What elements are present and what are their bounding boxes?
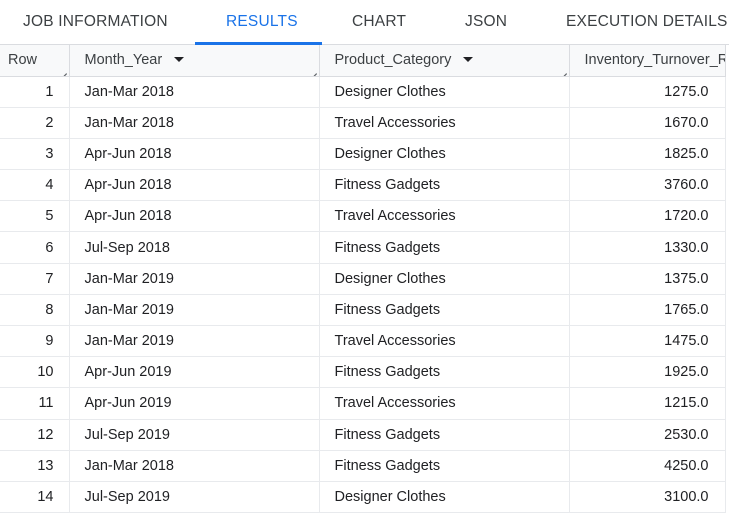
inventory-turnover-cell: 1275.0 <box>569 76 726 108</box>
column-header-label: Product_Category <box>334 52 452 69</box>
product-category-cell: Travel Accessories <box>319 325 570 358</box>
month-year-cell: Apr-Jun 2018 <box>69 138 320 171</box>
inventory-turnover-cell: 1925.0 <box>569 356 726 389</box>
table-row[interactable]: 9 Jan-Mar 2019 Travel Accessories 1475.0 <box>0 325 726 358</box>
table-row[interactable]: 3 Apr-Jun 2018 Designer Clothes 1825.0 <box>0 138 726 171</box>
results-table: Row Month_Year Product_Category Inventor… <box>0 45 726 514</box>
inventory-turnover-cell: 2530.0 <box>569 419 726 451</box>
inventory-turnover-cell: 1765.0 <box>569 294 726 327</box>
product-category-cell: Travel Accessories <box>319 107 570 139</box>
month-year-cell: Jan-Mar 2018 <box>69 76 320 108</box>
product-category-cell: Designer Clothes <box>319 481 570 514</box>
month-year-cell: Jul-Sep 2018 <box>69 231 320 264</box>
column-header-month-year[interactable]: Month_Year <box>69 45 320 77</box>
sort-dropdown-icon[interactable] <box>463 56 474 62</box>
product-category-cell: Designer Clothes <box>319 263 570 295</box>
product-category-cell: Fitness Gadgets <box>319 450 570 482</box>
row-number-cell: 14 <box>0 481 70 514</box>
table-row[interactable]: 13 Jan-Mar 2018 Fitness Gadgets 4250.0 <box>0 450 726 482</box>
sort-dropdown-icon[interactable] <box>174 56 185 62</box>
row-number-cell: 13 <box>0 450 70 482</box>
month-year-cell: Jan-Mar 2019 <box>69 263 320 295</box>
column-resize-icon[interactable] <box>59 66 67 74</box>
row-number-cell: 10 <box>0 356 70 389</box>
table-row[interactable]: 10 Apr-Jun 2019 Fitness Gadgets 1925.0 <box>0 356 726 389</box>
row-number-cell: 5 <box>0 200 70 233</box>
inventory-turnover-cell: 4250.0 <box>569 450 726 482</box>
row-number-cell: 8 <box>0 294 70 327</box>
month-year-cell: Jul-Sep 2019 <box>69 481 320 514</box>
product-category-cell: Designer Clothes <box>319 76 570 108</box>
table-row[interactable]: 5 Apr-Jun 2018 Travel Accessories 1720.0 <box>0 200 726 233</box>
month-year-cell: Apr-Jun 2019 <box>69 356 320 389</box>
row-number-cell: 12 <box>0 419 70 451</box>
table-row[interactable]: 11 Apr-Jun 2019 Travel Accessories 1215.0 <box>0 387 726 420</box>
month-year-cell: Jan-Mar 2019 <box>69 294 320 327</box>
column-resize-icon[interactable] <box>309 66 317 74</box>
column-header-label: Inventory_Turnover_R <box>584 52 725 69</box>
table-row[interactable]: 8 Jan-Mar 2019 Fitness Gadgets 1765.0 <box>0 294 726 327</box>
results-tab-bar: JOB INFORMATION RESULTS CHART JSON EXECU… <box>0 0 729 45</box>
inventory-turnover-cell: 1330.0 <box>569 231 726 264</box>
month-year-cell: Apr-Jun 2018 <box>69 200 320 233</box>
row-number-cell: 11 <box>0 387 70 420</box>
tab-results[interactable]: RESULTS <box>226 0 298 45</box>
inventory-turnover-cell: 3760.0 <box>569 169 726 202</box>
row-number-cell: 9 <box>0 325 70 358</box>
table-row[interactable]: 12 Jul-Sep 2019 Fitness Gadgets 2530.0 <box>0 419 726 451</box>
row-number-cell: 1 <box>0 76 70 108</box>
month-year-cell: Jan-Mar 2018 <box>69 107 320 139</box>
column-header-product-category[interactable]: Product_Category <box>319 45 570 77</box>
product-category-cell: Travel Accessories <box>319 200 570 233</box>
table-row[interactable]: 14 Jul-Sep 2019 Designer Clothes 3100.0 <box>0 481 726 514</box>
inventory-turnover-cell: 1215.0 <box>569 387 726 420</box>
column-resize-icon[interactable] <box>559 66 567 74</box>
column-header-inventory-turnover[interactable]: Inventory_Turnover_R <box>569 45 726 77</box>
month-year-cell: Jan-Mar 2018 <box>69 450 320 482</box>
inventory-turnover-cell: 3100.0 <box>569 481 726 514</box>
inventory-turnover-cell: 1720.0 <box>569 200 726 233</box>
table-row[interactable]: 7 Jan-Mar 2019 Designer Clothes 1375.0 <box>0 263 726 295</box>
column-header-label: Month_Year <box>84 52 163 69</box>
inventory-turnover-cell: 1375.0 <box>569 263 726 295</box>
row-number-cell: 6 <box>0 231 70 264</box>
inventory-turnover-cell: 1670.0 <box>569 107 726 139</box>
product-category-cell: Fitness Gadgets <box>319 356 570 389</box>
results-grid: Row Month_Year Product_Category Inventor… <box>0 45 729 514</box>
header-row: Row Month_Year Product_Category Inventor… <box>0 45 726 77</box>
row-number-cell: 4 <box>0 169 70 202</box>
tab-job-information[interactable]: JOB INFORMATION <box>23 0 168 45</box>
table-row[interactable]: 6 Jul-Sep 2018 Fitness Gadgets 1330.0 <box>0 231 726 264</box>
row-number-cell: 3 <box>0 138 70 171</box>
product-category-cell: Fitness Gadgets <box>319 169 570 202</box>
month-year-cell: Apr-Jun 2018 <box>69 169 320 202</box>
table-row[interactable]: 1 Jan-Mar 2018 Designer Clothes 1275.0 <box>0 76 726 108</box>
month-year-cell: Jan-Mar 2019 <box>69 325 320 358</box>
column-header-row[interactable]: Row <box>0 45 70 77</box>
product-category-cell: Travel Accessories <box>319 387 570 420</box>
month-year-cell: Jul-Sep 2019 <box>69 419 320 451</box>
month-year-cell: Apr-Jun 2019 <box>69 387 320 420</box>
product-category-cell: Fitness Gadgets <box>319 231 570 264</box>
table-row[interactable]: 2 Jan-Mar 2018 Travel Accessories 1670.0 <box>0 107 726 139</box>
product-category-cell: Fitness Gadgets <box>319 419 570 451</box>
product-category-cell: Fitness Gadgets <box>319 294 570 327</box>
inventory-turnover-cell: 1825.0 <box>569 138 726 171</box>
product-category-cell: Designer Clothes <box>319 138 570 171</box>
table-row[interactable]: 4 Apr-Jun 2018 Fitness Gadgets 3760.0 <box>0 169 726 202</box>
row-number-cell: 7 <box>0 263 70 295</box>
row-number-cell: 2 <box>0 107 70 139</box>
tab-execution-details[interactable]: EXECUTION DETAILS <box>566 0 728 45</box>
column-header-label: Row <box>8 52 38 69</box>
tab-json[interactable]: JSON <box>465 0 507 45</box>
inventory-turnover-cell: 1475.0 <box>569 325 726 358</box>
tab-chart[interactable]: CHART <box>352 0 406 45</box>
table-body: 1 Jan-Mar 2018 Designer Clothes 1275.0 2 Jan-… <box>0 76 726 514</box>
